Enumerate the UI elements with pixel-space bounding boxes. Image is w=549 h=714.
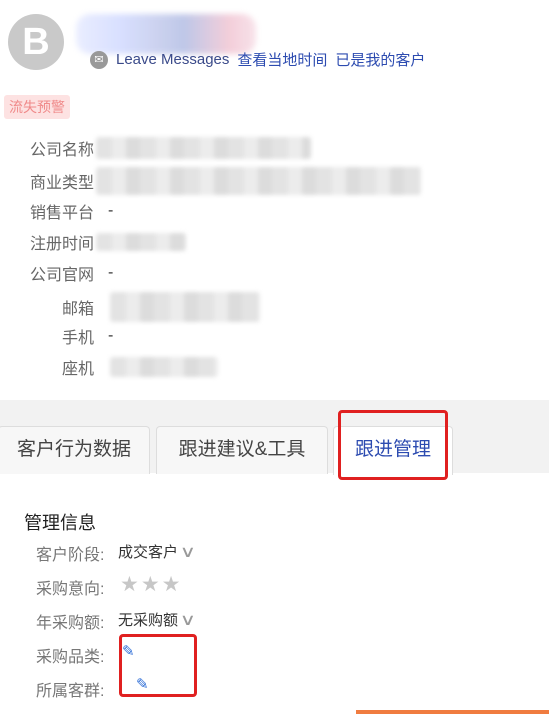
mobile-row: 手机 - xyxy=(62,324,113,348)
churn-warning-badge: 流失预警 xyxy=(4,95,70,119)
chevron-down-icon: ∨ xyxy=(179,544,197,561)
message-icon[interactable]: ✉ xyxy=(90,50,108,69)
website-value: - xyxy=(108,264,114,281)
category-label: 采购品类: xyxy=(36,649,105,666)
sales-platform-label: 销售平台 xyxy=(30,205,95,222)
group-label: 所属客群: xyxy=(36,683,105,700)
annual-select[interactable]: 无采购额 ∨ xyxy=(118,609,197,630)
annual-label: 年采购额: xyxy=(36,615,105,632)
tab-follow-up-tools[interactable]: 跟进建议&工具 xyxy=(156,426,328,474)
business-type-row: 商业类型 xyxy=(30,167,421,195)
register-time-row: 注册时间 xyxy=(30,230,186,254)
landline-value-blurred xyxy=(110,357,218,377)
tab-customer-behavior[interactable]: 客户行为数据 xyxy=(0,426,150,474)
website-label: 公司官网 xyxy=(30,267,95,284)
mobile-label: 手机 xyxy=(62,330,95,347)
mobile-value: - xyxy=(108,327,114,344)
customer-name-blurred xyxy=(76,14,256,54)
register-time-label: 注册时间 xyxy=(30,236,95,253)
email-label: 邮箱 xyxy=(62,301,95,318)
my-customer-link[interactable]: 已是我的客户 xyxy=(335,49,425,70)
bottom-accent-bar xyxy=(356,710,549,714)
local-time-link[interactable]: 查看当地时间 xyxy=(237,49,327,70)
business-type-label: 商业类型 xyxy=(30,175,95,192)
sales-platform-row: 销售平台 - xyxy=(30,199,113,223)
highlight-box-tab xyxy=(338,410,448,480)
sales-platform-value: - xyxy=(108,202,114,219)
highlight-box-edit xyxy=(119,634,197,697)
intent-rating-stars[interactable]: ★★★ xyxy=(120,572,182,597)
profile-actions: ✉ Leave Messages 查看当地时间 已是我的客户 xyxy=(90,49,425,70)
company-name-label: 公司名称 xyxy=(30,142,95,159)
annual-value: 无采购额 xyxy=(118,612,179,629)
register-time-value-blurred xyxy=(96,233,186,251)
email-row: 邮箱 xyxy=(62,292,260,322)
stage-select[interactable]: 成交客户 ∨ xyxy=(118,541,197,562)
landline-row: 座机 xyxy=(62,355,218,379)
intent-label: 采购意向: xyxy=(36,581,105,598)
avatar: B xyxy=(8,14,64,70)
email-value-blurred xyxy=(110,292,260,322)
stage-label: 客户阶段: xyxy=(36,547,105,564)
landline-label: 座机 xyxy=(62,361,95,378)
company-name-row: 公司名称 xyxy=(30,136,311,160)
management-title: 管理信息 xyxy=(24,513,96,533)
chevron-down-icon: ∨ xyxy=(179,612,197,629)
leave-messages-link[interactable]: Leave Messages xyxy=(116,51,229,68)
company-name-value-blurred xyxy=(96,137,311,159)
website-row: 公司官网 - xyxy=(30,261,113,285)
business-type-value-blurred xyxy=(96,167,421,195)
stage-value: 成交客户 xyxy=(118,544,179,561)
